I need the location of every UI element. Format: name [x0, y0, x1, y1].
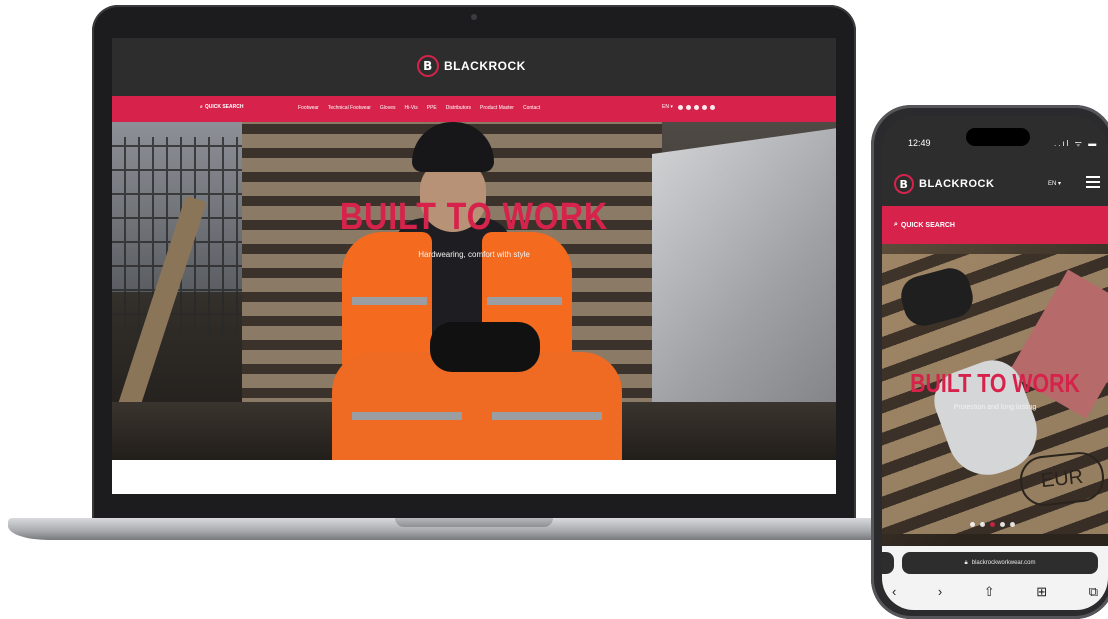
- nav-link-product-master[interactable]: Product Master: [480, 105, 514, 111]
- carousel-dot[interactable]: [990, 522, 995, 527]
- twitter-icon[interactable]: [693, 104, 699, 110]
- carousel-dot[interactable]: [970, 522, 975, 527]
- phone-quick-search-button[interactable]: ⌕ QUICK SEARCH: [882, 206, 1108, 244]
- nav-link-gloves[interactable]: Gloves: [380, 105, 396, 111]
- brand-logo[interactable]: B BLACKROCK: [417, 55, 526, 77]
- back-icon[interactable]: ‹: [892, 584, 896, 600]
- nav-link-hi-vis[interactable]: Hi-Vis: [404, 105, 417, 111]
- nav-link-footwear[interactable]: Footwear: [298, 105, 319, 111]
- nav-link-contact[interactable]: Contact: [523, 105, 540, 111]
- forward-icon[interactable]: ›: [938, 584, 942, 600]
- phone-hero-banner[interactable]: EUR BUILT TO WORK Protection and long la…: [882, 244, 1108, 546]
- logo-badge-icon: B: [417, 55, 439, 77]
- dynamic-island: [966, 128, 1030, 146]
- share-icon[interactable]: ⇧: [984, 584, 995, 600]
- phone-quick-search-label: QUICK SEARCH: [900, 221, 955, 229]
- hero-banner[interactable]: BUILT TO WORK Hardwearing, comfort with …: [112, 122, 836, 460]
- worker-gloves: [430, 322, 540, 372]
- address-url: blackrockworkwear.com: [971, 560, 1036, 566]
- status-icons: ..ıl ᯤ ▬: [1054, 139, 1099, 148]
- reflective-stripe: [492, 412, 602, 420]
- phone-hero-subtitle: Protection and long lasting: [953, 404, 1037, 411]
- brand-name: BLACKROCK: [919, 178, 995, 190]
- hero-worker-image: [312, 122, 632, 460]
- laptop-notch: [395, 518, 553, 527]
- quick-search-label: QUICK SEARCH: [204, 104, 244, 110]
- search-icon: ⌕: [894, 221, 898, 228]
- main-nav: ⌕ QUICK SEARCH Footwear Technical Footwe…: [112, 96, 836, 122]
- status-time: 12:49: [908, 138, 931, 148]
- lock-icon: 🔒︎: [964, 559, 968, 566]
- reflective-stripe: [487, 297, 562, 305]
- phone-brand-logo[interactable]: B BLACKROCK: [894, 174, 994, 194]
- worker-beanie: [412, 122, 494, 172]
- address-bar[interactable]: 🔒︎ blackrockworkwear.com: [902, 552, 1098, 574]
- hero-wrapped-pallet: [652, 125, 836, 445]
- laptop-screen: B BLACKROCK ⌕ QUICK SEARCH Footwear Tech…: [112, 38, 836, 494]
- brand-name: BLACKROCK: [444, 59, 526, 73]
- quick-search-button[interactable]: ⌕ QUICK SEARCH: [200, 104, 243, 110]
- previous-tab[interactable]: [882, 552, 894, 574]
- bookmarks-icon[interactable]: ⊞: [1036, 584, 1047, 600]
- carousel-dot[interactable]: [1000, 522, 1005, 527]
- hero-subtitle: Hardwearing, comfort with style: [418, 250, 530, 259]
- nav-link-technical-footwear[interactable]: Technical Footwear: [328, 105, 371, 111]
- phone-screen: 12:49 ..ıl ᯤ ▬ B BLACKROCK EN ▾ ⌕ QUICK …: [882, 116, 1108, 610]
- laptop-camera: [471, 14, 477, 20]
- phone-carousel-dots: [970, 522, 1015, 527]
- facebook-icon[interactable]: [685, 104, 691, 110]
- reflective-stripe: [352, 297, 427, 305]
- social-links: [677, 104, 715, 110]
- hero-title: BUILT TO WORK: [339, 196, 609, 238]
- phone-language-selector[interactable]: EN ▾: [1048, 180, 1061, 187]
- language-selector[interactable]: EN ▾: [662, 104, 673, 110]
- logo-badge-icon: B: [894, 174, 914, 194]
- browser-toolbar: 🔒︎ blackrockworkwear.com ‹ › ⇧ ⊞ ⧉: [882, 546, 1108, 610]
- carousel-dot[interactable]: [980, 522, 985, 527]
- nav-link-ppe[interactable]: PPE: [427, 105, 437, 111]
- nav-right: EN ▾: [662, 104, 715, 110]
- nav-link-distributors[interactable]: Distributors: [446, 105, 471, 111]
- tabs-icon[interactable]: ⧉: [1089, 584, 1098, 600]
- phone-site-header: B BLACKROCK EN ▾: [882, 162, 1108, 206]
- status-bar: 12:49 ..ıl ᯤ ▬: [882, 116, 1108, 162]
- hamburger-menu-icon[interactable]: [1086, 176, 1100, 188]
- search-icon: ⌕: [200, 104, 203, 110]
- linkedin-icon[interactable]: [701, 104, 707, 110]
- carousel-dot[interactable]: [1010, 522, 1015, 527]
- reflective-stripe: [352, 412, 462, 420]
- browser-tools: ‹ › ⇧ ⊞ ⧉: [892, 584, 1098, 600]
- nav-links: Footwear Technical Footwear Gloves Hi-Vi…: [298, 105, 540, 111]
- instagram-icon[interactable]: [677, 104, 683, 110]
- phone-hero-title: BUILT TO WORK: [910, 368, 1080, 398]
- site-header: B BLACKROCK: [112, 38, 836, 96]
- youtube-icon[interactable]: [709, 104, 715, 110]
